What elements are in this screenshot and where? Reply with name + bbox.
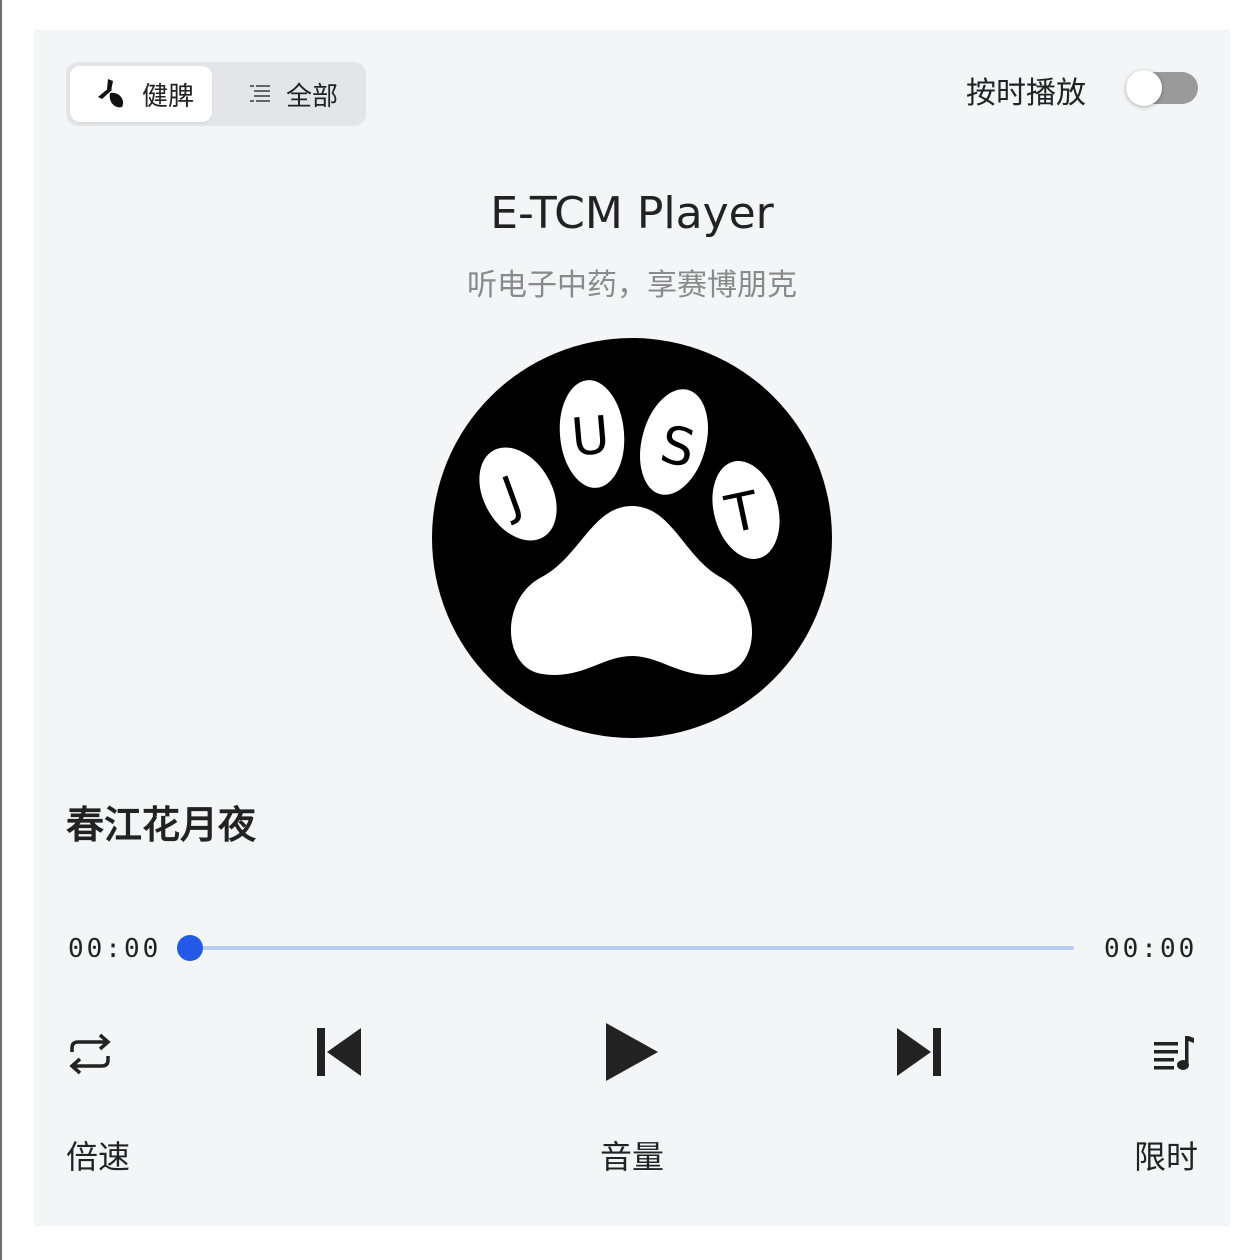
- previous-button[interactable]: [308, 1020, 372, 1084]
- next-button[interactable]: [886, 1020, 950, 1084]
- time-limit-button[interactable]: 限时: [1134, 1132, 1198, 1178]
- herb-icon: [98, 79, 124, 108]
- app-title: E-TCM Player: [490, 188, 774, 239]
- playlist-button[interactable]: [1144, 1024, 1204, 1080]
- player-card: 健脾 全部 按时播放 E-TCM Player 听电子中药，享赛博朋克 J U …: [34, 30, 1230, 1226]
- paw-logo: J U S T: [432, 338, 832, 738]
- speed-button[interactable]: 倍速: [66, 1132, 130, 1178]
- song-title: 春江花月夜: [66, 803, 257, 847]
- repeat-button[interactable]: [60, 1024, 120, 1084]
- cover-letter-u: U: [569, 406, 612, 469]
- play-button[interactable]: [596, 1016, 668, 1088]
- window-edge: [0, 0, 2, 1260]
- timed-play-toggle[interactable]: [1126, 70, 1198, 106]
- list-icon: [250, 85, 270, 102]
- tab-all[interactable]: 全部: [228, 66, 358, 122]
- timed-play-label: 按时播放: [966, 76, 1086, 111]
- tab-jianpi-label: 健脾: [142, 81, 195, 112]
- category-tabs: 健脾 全部: [66, 62, 366, 126]
- tab-all-label: 全部: [286, 81, 339, 112]
- current-time: 00:00: [68, 934, 162, 964]
- skip-next-icon: [897, 1028, 941, 1076]
- playlist-icon: [1154, 1036, 1194, 1070]
- app-subtitle: 听电子中药，享赛博朋克: [467, 268, 797, 303]
- duration-time: 00:00: [1104, 934, 1198, 964]
- tab-jianpi[interactable]: 健脾: [70, 66, 212, 122]
- play-icon: [606, 1023, 658, 1081]
- progress-slider[interactable]: [177, 935, 1074, 961]
- progress-thumb[interactable]: [177, 935, 203, 961]
- skip-previous-icon: [317, 1028, 361, 1076]
- repeat-icon: [69, 1033, 111, 1075]
- volume-button[interactable]: 音量: [600, 1132, 664, 1178]
- toggle-knob: [1126, 70, 1162, 106]
